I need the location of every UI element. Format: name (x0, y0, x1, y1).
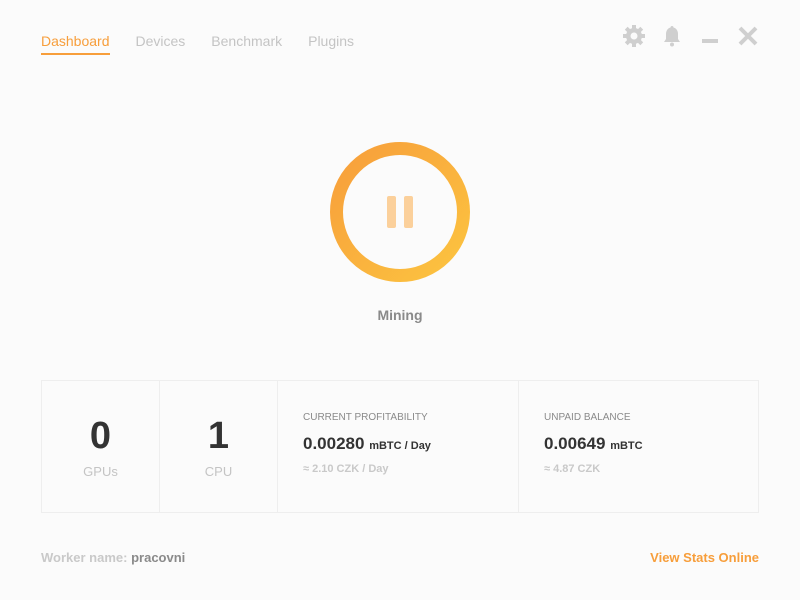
unpaid-balance: UNPAID BALANCE 0.00649 mBTC ≈ 4.87 CZK (519, 381, 758, 512)
profitability-title: CURRENT PROFITABILITY (303, 412, 428, 423)
balance-title: UNPAID BALANCE (544, 412, 631, 423)
stats-panel: 0 GPUs 1 CPU CURRENT PROFITABILITY 0.00280… (41, 380, 759, 513)
balance-fiat: ≈ 4.87 CZK (544, 463, 601, 475)
tab-benchmark[interactable]: Benchmark (211, 33, 282, 55)
balance-unit: mBTC (610, 440, 643, 452)
main-nav: Dashboard Devices Benchmark Plugins (41, 33, 354, 55)
tab-dashboard[interactable]: Dashboard (41, 33, 110, 55)
view-stats-online-link[interactable]: View Stats Online (650, 550, 759, 565)
worker-value: pracovni (131, 550, 186, 565)
profitability-unit: mBTC / Day (369, 440, 431, 452)
gpu-count: 0 GPUs (42, 381, 160, 512)
gpu-count-label: GPUs (83, 464, 118, 479)
cpu-count: 1 CPU (160, 381, 278, 512)
pause-icon (387, 196, 413, 228)
tab-devices[interactable]: Devices (136, 33, 186, 55)
cpu-count-value: 1 (207, 415, 230, 457)
window-controls (622, 24, 760, 48)
gear-icon[interactable] (622, 24, 646, 48)
bell-icon[interactable] (660, 24, 684, 48)
gpu-count-value: 0 (89, 415, 112, 457)
balance-value: 0.00649 (544, 434, 606, 453)
cpu-count-label: CPU (204, 464, 233, 479)
minimize-icon[interactable] (698, 24, 722, 48)
profitability-fiat: ≈ 2.10 CZK / Day (303, 463, 389, 475)
mining-status: Mining (377, 307, 423, 323)
profitability: CURRENT PROFITABILITY 0.00280 mBTC / Day… (278, 381, 519, 512)
tab-plugins[interactable]: Plugins (308, 33, 354, 55)
worker-label: Worker name: (41, 550, 128, 565)
mining-toggle-button[interactable] (330, 142, 470, 282)
close-icon[interactable] (736, 24, 760, 48)
worker-name: Worker name: pracovni (41, 550, 185, 565)
profitability-value: 0.00280 (303, 434, 365, 453)
